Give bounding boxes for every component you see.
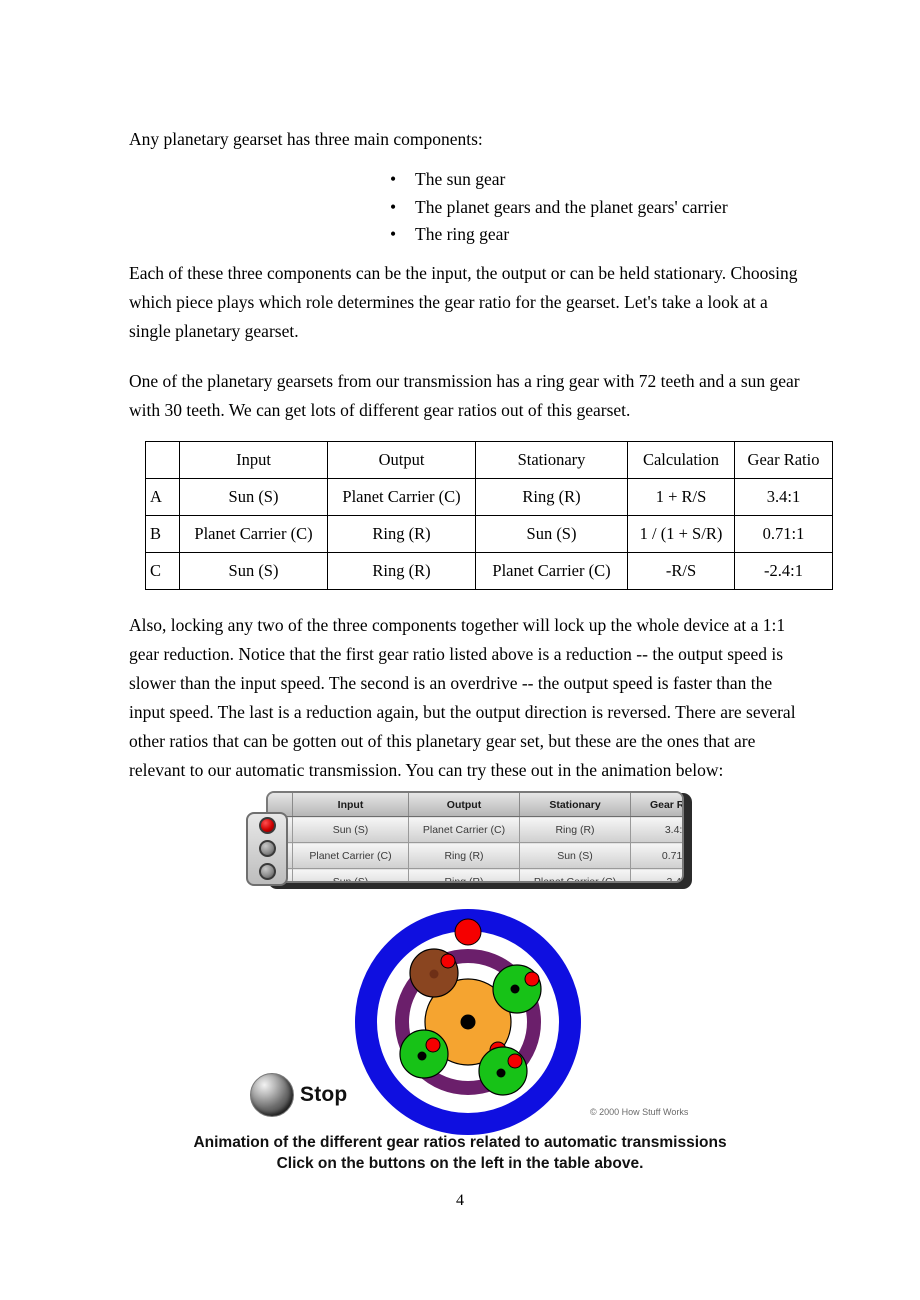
gear-ratio-selector-widget[interactable]: Input Output Stationary Gear Ratio Sun (… [246, 790, 696, 900]
planetary-gearset-diagram [352, 908, 584, 1136]
planet-gear-center-marker-icon [429, 969, 439, 979]
table-row: C Sun (S) Ring (R) Planet Carrier (C) -R… [145, 551, 833, 590]
paragraph-3: One of the planetary gearsets from our t… [129, 370, 800, 420]
intro-paragraph: Any planetary gearset has three main com… [129, 129, 483, 149]
led-indicator-icon[interactable] [258, 840, 276, 857]
table-row[interactable]: Sun (S) Planet Carrier (C) Ring (R) 3.4:… [268, 816, 682, 843]
figure-caption-line-1: Animation of the different gear ratios r… [193, 1134, 727, 1151]
cell-output: Ring (R) [408, 842, 520, 869]
list-item-label: The ring gear [415, 224, 510, 244]
planet-gear-red-marker-icon [507, 1053, 523, 1069]
figure-caption: Animation of the different gear ratios r… [0, 1132, 920, 1174]
cell-stationary: Ring (R) [475, 477, 628, 516]
document-page: Any planetary gearset has three main com… [0, 0, 920, 1300]
list-item: • The ring gear [129, 221, 801, 249]
component-bullet-list: • The sun gear • The planet gears and th… [129, 166, 801, 249]
led-indicator-icon[interactable] [258, 863, 276, 880]
copyright-notice: © 2000 How Stuff Works [590, 1107, 689, 1117]
cell-calculation: 1 / (1 + S/R) [627, 514, 735, 553]
cell-input: Sun (S) [179, 477, 328, 516]
table-row[interactable]: Sun (S) Ring (R) Planet Carrier (C) -2.4… [268, 868, 682, 881]
gear-ratio-table: Input Output Stationary Calculation Gear… [145, 440, 833, 590]
ratio-radio-button-b[interactable] [248, 837, 286, 860]
cell-output: Ring (R) [408, 868, 520, 881]
stop-knob-icon[interactable] [250, 1073, 294, 1117]
cell-output: Ring (R) [327, 514, 476, 553]
planet-gear-center-marker-icon [510, 984, 520, 994]
cell-input: Sun (S) [292, 816, 409, 843]
list-item-label: The planet gears and the planet gears' c… [415, 196, 728, 217]
cell-output: Planet Carrier (C) [327, 477, 476, 516]
cell-gear-ratio: 3.4:1 [630, 816, 682, 843]
planet-gear-center-marker-icon [496, 1068, 506, 1078]
cell-output: Planet Carrier (C) [408, 816, 520, 843]
planet-gear-red-marker-icon [425, 1037, 441, 1053]
stop-button[interactable]: Stop [250, 1073, 347, 1117]
row-letter: A [145, 477, 180, 516]
table-row: A Sun (S) Planet Carrier (C) Ring (R) 1 … [145, 477, 833, 516]
cell-stationary: Planet Carrier (C) [475, 551, 628, 590]
cell-gear-ratio: -2.4:1 [734, 551, 833, 590]
bullet-icon: • [390, 224, 397, 244]
row-letter: C [145, 551, 180, 590]
bullet-icon: • [390, 196, 397, 217]
cell-input: Sun (S) [179, 551, 328, 590]
stop-button-label: Stop [300, 1083, 348, 1106]
cell-stationary: Sun (S) [475, 514, 628, 553]
gear-ratio-table-wrapper: Input Output Stationary Calculation Gear… [145, 440, 833, 590]
planet-gear-red-marker-icon [524, 971, 540, 987]
column-header-gear-ratio: Gear Ratio [734, 440, 833, 479]
table-header-row: Input Output Stationary Gear Ratio [268, 793, 682, 817]
cell-gear-ratio: -2.4:1 [630, 868, 682, 881]
table-row[interactable]: Planet Carrier (C) Ring (R) Sun (S) 0.71… [268, 842, 682, 869]
page-number: 4 [456, 1192, 464, 1209]
list-item: • The sun gear [129, 166, 801, 194]
figure-caption-line-2: Click on the buttons on the left in the … [276, 1155, 644, 1172]
paragraph-2: Each of these three components can be th… [129, 262, 798, 341]
table-header-row: Input Output Stationary Calculation Gear… [145, 440, 833, 479]
ratio-radio-button-a[interactable] [248, 814, 286, 837]
row-letter: B [145, 514, 180, 553]
column-header-stationary: Stationary [475, 440, 628, 479]
column-header-calculation: Calculation [627, 440, 735, 479]
ratio-radio-button-c[interactable] [248, 860, 286, 883]
column-header-input: Input [292, 793, 409, 817]
cell-gear-ratio: 0.71:1 [734, 514, 833, 553]
cell-input: Sun (S) [292, 868, 409, 881]
list-item: • The planet gears and the planet gears'… [129, 194, 801, 222]
column-header-stationary: Stationary [519, 793, 631, 817]
widget-table-panel: Input Output Stationary Gear Ratio Sun (… [266, 791, 684, 883]
ring-gear-marker-icon [454, 918, 482, 946]
cell-input: Planet Carrier (C) [292, 842, 409, 869]
led-indicator-icon[interactable] [258, 817, 276, 834]
cell-stationary: Planet Carrier (C) [519, 868, 631, 881]
sun-gear-center-marker-icon [460, 1014, 476, 1030]
cell-gear-ratio: 3.4:1 [734, 477, 833, 516]
ratio-radio-button-column[interactable] [246, 812, 288, 886]
column-header-gear-ratio: Gear Ratio [630, 793, 682, 817]
animation-ratio-table: Input Output Stationary Gear Ratio Sun (… [268, 793, 682, 881]
table-row: B Planet Carrier (C) Ring (R) Sun (S) 1 … [145, 514, 833, 553]
planet-gear-red-marker-icon [440, 953, 456, 969]
column-header-output: Output [327, 440, 476, 479]
cell-stationary: Ring (R) [519, 816, 631, 843]
planet-gear-center-marker-icon [417, 1051, 427, 1061]
cell-stationary: Sun (S) [519, 842, 631, 869]
column-header-output: Output [408, 793, 520, 817]
paragraph-4: Also, locking any two of the three compo… [129, 614, 796, 780]
column-header-input: Input [179, 440, 328, 479]
cell-calculation: 1 + R/S [627, 477, 735, 516]
document-body: Any planetary gearset has three main com… [129, 125, 833, 785]
bullet-icon: • [390, 169, 397, 189]
cell-calculation: -R/S [627, 551, 735, 590]
cell-output: Ring (R) [327, 551, 476, 590]
cell-gear-ratio: 0.71:1 [630, 842, 682, 869]
column-header-letter [145, 440, 180, 479]
cell-input: Planet Carrier (C) [179, 514, 328, 553]
list-item-label: The sun gear [415, 169, 506, 189]
